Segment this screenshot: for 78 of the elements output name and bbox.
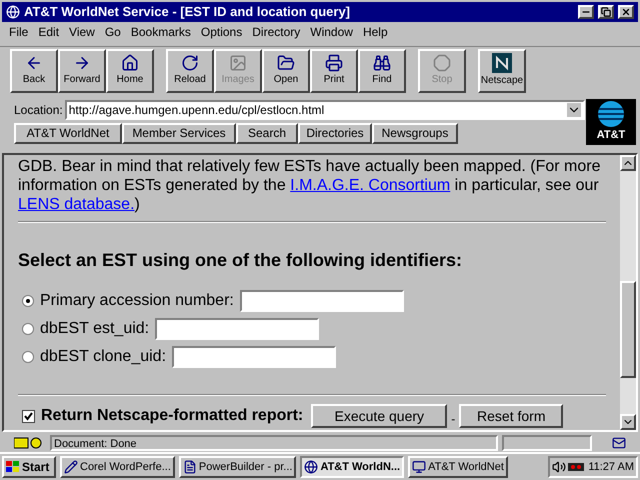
- separator-text: -: [451, 411, 456, 428]
- taskbar-button[interactable]: AT&T WorldNet: [408, 456, 508, 478]
- globe-icon: [597, 100, 625, 127]
- minimize-button[interactable]: [578, 4, 594, 19]
- option-label: dbEST est_uid:: [40, 319, 150, 340]
- window-title: AT&T WorldNet Service - [EST ID and location query]: [24, 3, 352, 22]
- toolbar-button[interactable]: Back: [10, 48, 58, 93]
- toolbar-button[interactable]: Home: [106, 48, 154, 93]
- toolbar-button[interactable]: Find: [358, 48, 406, 93]
- scroll-down-icon[interactable]: [620, 414, 636, 430]
- menu-item[interactable]: Window: [305, 22, 358, 41]
- info-paragraph: GDB. Bear in mind that relatively few ESTs have actually been mapped. (For more information on ESTs generated by the I.M.A.G.E. Consortium in particular, see our LENS database.): [18, 157, 602, 214]
- location-field[interactable]: http://agave.humgen.upenn.edu/cpl/estlocn.html: [64, 100, 585, 120]
- location-label: Location:: [14, 102, 63, 120]
- directory-button[interactable]: AT&T WorldNet: [14, 123, 122, 144]
- toolbar-button[interactable]: Reload: [166, 48, 214, 93]
- octagon-icon: [433, 54, 451, 72]
- radio-button[interactable]: [22, 351, 34, 364]
- directory-button[interactable]: Newsgroups: [372, 123, 458, 144]
- image-icon: [229, 54, 247, 72]
- document-icon: [182, 460, 197, 474]
- radio-button[interactable]: [22, 323, 34, 336]
- directory-button[interactable]: Member Services: [122, 123, 236, 144]
- menu-item[interactable]: Edit: [33, 22, 64, 41]
- speaker-icon[interactable]: [552, 460, 566, 474]
- radio-button[interactable]: [22, 295, 34, 308]
- globe-icon: [6, 4, 20, 19]
- menu-item[interactable]: File: [4, 22, 34, 41]
- mail-icon[interactable]: [612, 436, 626, 450]
- menu-item[interactable]: Options: [196, 22, 248, 41]
- taskbar-button[interactable]: PowerBuilder - pr...: [178, 456, 296, 478]
- monitor-icon: [412, 460, 426, 474]
- close-button[interactable]: [618, 4, 634, 19]
- link[interactable]: I.M.A.G.E. Consortium: [290, 177, 450, 194]
- windows-logo-icon: [6, 461, 20, 474]
- menu-item[interactable]: Go: [100, 22, 126, 41]
- option-label: dbEST clone_uid:: [40, 347, 166, 368]
- taskbar-button[interactable]: AT&T WorldN...: [300, 456, 404, 478]
- report-label: Return Netscape-formatted report:: [41, 406, 304, 426]
- status-text: Document: Done: [50, 435, 498, 452]
- clock: 11:27 AM: [588, 460, 634, 475]
- text-field[interactable]: [155, 318, 320, 340]
- text-field[interactable]: [240, 290, 404, 312]
- directory-button[interactable]: Search: [236, 123, 298, 144]
- reset-form-button[interactable]: Reset form: [459, 404, 564, 428]
- printer-icon: [325, 54, 343, 72]
- pencil-icon: [64, 460, 78, 474]
- checkbox[interactable]: [22, 410, 35, 423]
- toolbar-button[interactable]: Netscape: [478, 48, 526, 93]
- att-logo: AT&T: [586, 99, 636, 146]
- globe-icon: [304, 460, 318, 474]
- scroll-up-icon[interactable]: [620, 155, 636, 172]
- toolbar-button[interactable]: Forward: [58, 48, 106, 93]
- toolbar-button[interactable]: Print: [310, 48, 358, 93]
- dropdown-icon: [566, 103, 581, 118]
- link[interactable]: LENS database.: [18, 196, 135, 214]
- reload-icon: [181, 54, 199, 72]
- directory-button[interactable]: Directories: [298, 123, 372, 144]
- menu-item[interactable]: View: [64, 22, 100, 41]
- menu-item[interactable]: Bookmarks: [126, 22, 196, 41]
- taskbar-button[interactable]: Corel WordPerfe...: [60, 456, 175, 478]
- start-button[interactable]: Start: [2, 456, 56, 478]
- close-icon: [621, 6, 631, 17]
- binoculars-icon: [373, 54, 391, 72]
- section-heading: Select an EST using one of the following identifiers:: [18, 249, 464, 272]
- scroll-thumb[interactable]: [620, 281, 636, 378]
- toolbar-button[interactable]: Open: [262, 48, 310, 93]
- folder-icon: [277, 54, 295, 72]
- scrollbar[interactable]: [620, 155, 636, 430]
- option-label: Primary accession number:: [40, 291, 234, 312]
- text-field[interactable]: [172, 346, 336, 368]
- menu-item[interactable]: Help: [358, 22, 393, 41]
- restore-icon: [601, 6, 611, 17]
- restore-button[interactable]: [598, 4, 614, 19]
- netscape-logo-icon: [492, 53, 512, 74]
- menu-item[interactable]: Directory: [247, 22, 306, 41]
- execute-query-button[interactable]: Execute query: [311, 404, 448, 428]
- home-icon: [121, 54, 139, 72]
